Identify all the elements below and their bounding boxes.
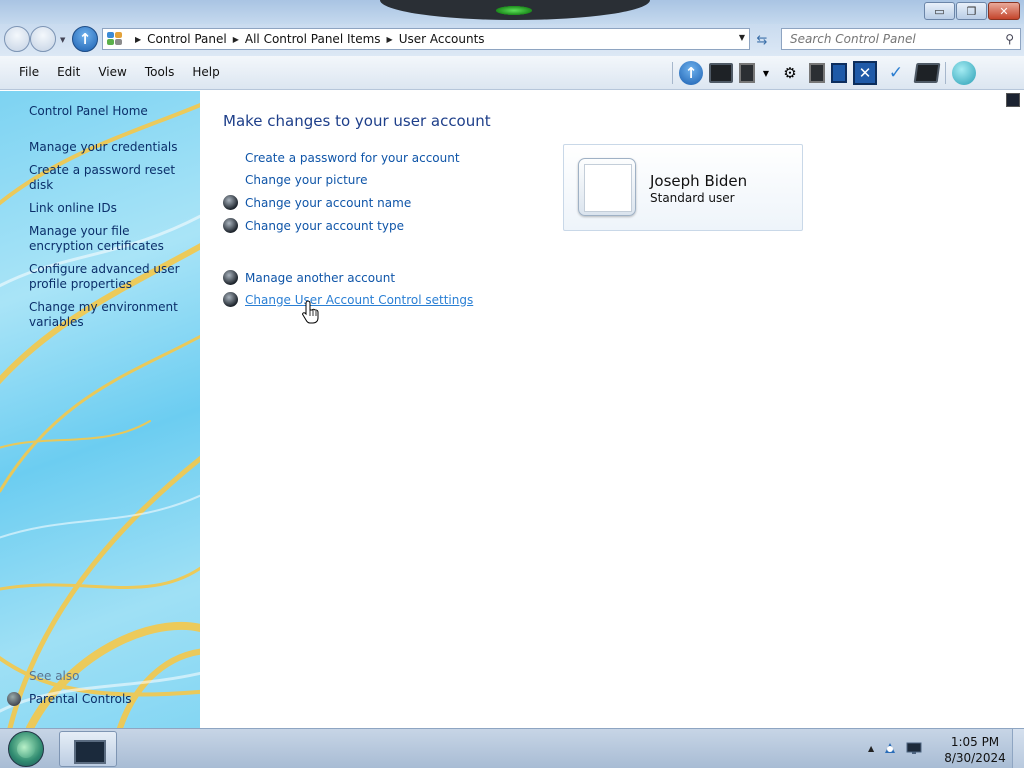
menu-bar: File Edit View Tools Help ↑ ▼ ⚙ ✕ ✓ (0, 56, 1024, 90)
start-button[interactable] (8, 731, 44, 767)
show-desktop-button[interactable] (1012, 729, 1024, 768)
bezel-notch (380, 0, 650, 20)
window-controls: ▭ ❐ ✕ (924, 2, 1020, 20)
task-label[interactable]: Change your picture (245, 173, 367, 187)
main-content: Make changes to your user account Create… (200, 91, 1024, 728)
avatar[interactable] (578, 158, 636, 216)
manage-credentials-link[interactable]: Manage your credentials (29, 140, 194, 155)
minimize-button[interactable]: ▭ (924, 2, 955, 20)
help-corner-icon[interactable] (1006, 93, 1020, 107)
search-input[interactable] (790, 32, 990, 46)
control-panel-home-link[interactable]: Control Panel Home (29, 104, 148, 118)
sidebar: Control Panel Home Manage your credentia… (0, 91, 200, 728)
task-label[interactable]: Create a password for your account (245, 151, 460, 165)
shield-icon (223, 218, 238, 233)
create-reset-disk-link[interactable]: Create a password reset disk (29, 163, 194, 193)
clock[interactable]: 1:05 PM 8/30/2024 (940, 734, 1010, 766)
camera-icon[interactable]: ⚙ (777, 60, 803, 86)
search-icon[interactable]: ⚲ (1005, 32, 1014, 46)
shield-icon (223, 195, 238, 210)
copy-icon[interactable] (809, 63, 825, 83)
file-encryption-link[interactable]: Manage your file encryption certificates (29, 224, 194, 254)
toolbar-separator (672, 62, 673, 84)
user-type: Standard user (650, 191, 735, 205)
document-icon[interactable] (739, 63, 755, 83)
hand-cursor-icon (302, 300, 319, 324)
taskbar: ▲ 1:05 PM 8/30/2024 (0, 728, 1024, 768)
globe-icon[interactable] (952, 61, 976, 85)
toolbar: ↑ ▼ ⚙ ✕ ✓ (672, 60, 976, 86)
clock-date[interactable]: 8/30/2024 (940, 750, 1010, 766)
task-label[interactable]: Manage another account (245, 271, 395, 285)
parental-controls-label[interactable]: Parental Controls (29, 692, 132, 706)
title-bar: ▭ ❐ ✕ (0, 0, 1024, 24)
user-account-card: Joseph Biden Standard user (563, 144, 803, 231)
close-box-icon[interactable]: ✕ (853, 61, 877, 85)
close-button[interactable]: ✕ (988, 2, 1020, 20)
breadcrumb-user-accounts[interactable]: User Accounts (399, 32, 485, 46)
address-dropdown-icon[interactable]: ▼ (739, 33, 745, 42)
page-title: Make changes to your user account (223, 112, 491, 130)
toolbar-separator (945, 62, 946, 84)
parental-controls-link[interactable]: Parental Controls (7, 692, 132, 706)
up-button[interactable]: ↑ (72, 26, 98, 52)
menu-file[interactable]: File (10, 65, 48, 79)
change-uac-settings-task[interactable]: Change User Account Control settings (223, 292, 473, 307)
system-tray: ▲ (868, 741, 922, 755)
action-center-icon[interactable] (882, 741, 898, 755)
chevron-right-icon[interactable]: ▶ (233, 35, 239, 44)
search-box[interactable]: ⚲ (781, 28, 1021, 50)
create-password-task[interactable]: Create a password for your account (223, 151, 460, 165)
status-led (496, 6, 532, 15)
control-panel-icon (107, 32, 123, 46)
shield-icon (223, 292, 238, 307)
breadcrumb-all-items[interactable]: All Control Panel Items (245, 32, 381, 46)
change-picture-task[interactable]: Change your picture (223, 173, 367, 187)
monitor-icon[interactable] (709, 63, 733, 83)
page-icon[interactable] (831, 63, 847, 83)
shield-icon (7, 692, 21, 706)
maximize-button[interactable]: ❐ (956, 2, 987, 20)
taskbar-app-control-panel[interactable] (59, 731, 117, 767)
task-label[interactable]: Change User Account Control settings (245, 293, 473, 307)
navigation-bar: ▼ ↑ ▶ Control Panel ▶ All Control Panel … (0, 24, 1024, 56)
check-icon[interactable]: ✓ (883, 60, 909, 86)
task-label[interactable]: Change your account name (245, 196, 411, 210)
see-also-heading: See also (29, 669, 80, 683)
link-online-ids-link[interactable]: Link online IDs (29, 201, 194, 216)
network-icon[interactable] (906, 741, 922, 755)
environment-variables-link[interactable]: Change my environment variables (29, 300, 194, 330)
advanced-profile-link[interactable]: Configure advanced user profile properti… (29, 262, 194, 292)
clock-time[interactable]: 1:05 PM (940, 734, 1010, 750)
address-bar[interactable]: ▶ Control Panel ▶ All Control Panel Item… (102, 28, 750, 50)
menu-view[interactable]: View (89, 65, 135, 79)
menu-tools[interactable]: Tools (136, 65, 184, 79)
shield-icon (223, 270, 238, 285)
up-arrow-icon[interactable]: ↑ (679, 61, 703, 85)
task-label[interactable]: Change your account type (245, 219, 404, 233)
monitor-dark-icon[interactable] (913, 63, 941, 83)
breadcrumb-control-panel[interactable]: Control Panel (147, 32, 227, 46)
recent-pages-dropdown-icon[interactable]: ▼ (60, 36, 65, 44)
forward-button[interactable] (30, 26, 56, 52)
menu-edit[interactable]: Edit (48, 65, 89, 79)
chevron-down-icon[interactable]: ▼ (761, 60, 771, 86)
change-account-name-task[interactable]: Change your account name (223, 195, 411, 210)
refresh-icon[interactable]: ⇆ (752, 30, 772, 50)
change-account-type-task[interactable]: Change your account type (223, 218, 404, 233)
chevron-right-icon[interactable]: ▶ (387, 35, 393, 44)
manage-another-account-task[interactable]: Manage another account (223, 270, 395, 285)
show-hidden-icons-icon[interactable]: ▲ (868, 744, 874, 753)
back-button[interactable] (4, 26, 30, 52)
chevron-right-icon[interactable]: ▶ (135, 35, 141, 44)
user-name: Joseph Biden (650, 172, 748, 190)
menu-help[interactable]: Help (183, 65, 228, 79)
